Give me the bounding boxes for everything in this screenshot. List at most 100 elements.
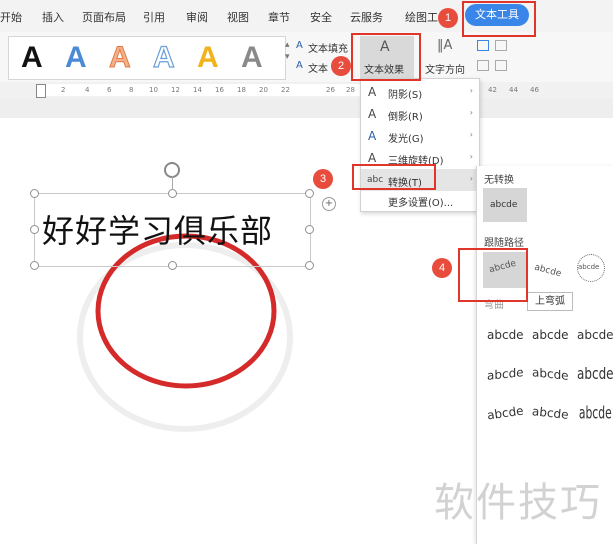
no-transform-sample: abcde	[490, 200, 518, 210]
text-fill-button[interactable]: 文本填充	[308, 40, 348, 55]
text-outline-button[interactable]: 文本	[308, 60, 328, 75]
circle-path-option[interactable]: abcde	[573, 250, 611, 288]
menu-item-reflection[interactable]: A 倒影(R) ›	[361, 103, 479, 125]
text-fill-icon: A	[296, 40, 303, 51]
tab-review[interactable]: 审阅	[186, 9, 208, 25]
tab-page-layout[interactable]: 页面布局	[82, 9, 126, 25]
warp-option[interactable]: abcde	[532, 365, 569, 383]
warp-option[interactable]: abcde	[486, 404, 524, 423]
ruler-tick: 12	[171, 86, 180, 94]
submenu-arrow-icon: ›	[469, 174, 473, 183]
watermark: 软件技巧	[434, 480, 602, 526]
layout-options-icon[interactable]: +	[322, 197, 336, 211]
align-top-icon[interactable]	[477, 40, 489, 51]
ruler-tick: 14	[193, 86, 202, 94]
warp-option[interactable]: abcde	[532, 328, 569, 342]
resize-handle[interactable]	[30, 261, 39, 270]
menu-item-glow[interactable]: A 发光(G) ›	[361, 125, 479, 147]
highlight-box-2	[351, 33, 421, 81]
warp-option[interactable]: abcde	[531, 404, 569, 422]
highlight-box-1	[462, 1, 536, 37]
tab-home[interactable]: 开始	[0, 9, 22, 25]
warp-option[interactable]: abcde	[579, 403, 612, 423]
follow-path-heading: 跟随路径	[484, 238, 524, 249]
shadow-icon: A	[368, 85, 377, 99]
ruler-tick: 8	[129, 86, 134, 94]
no-transform-heading: 无转换	[484, 175, 514, 186]
circle-path-sample: abcde	[578, 263, 600, 271]
reflection-icon: A	[368, 107, 377, 121]
style-gray[interactable]: A	[241, 41, 263, 75]
step-badge-1: 1	[438, 8, 458, 28]
warp-option[interactable]: abcde	[487, 328, 524, 342]
menu-item-more-settings[interactable]: 更多设置(O)...	[361, 189, 479, 211]
menu-item-label: 倒影(R)	[388, 112, 423, 123]
resize-handle[interactable]	[30, 225, 39, 234]
indent-marker[interactable]	[36, 84, 46, 98]
style-gold[interactable]: A	[197, 41, 219, 75]
text-outline-icon: A	[296, 60, 303, 71]
resize-handle[interactable]	[168, 261, 177, 270]
ruler-tick: 10	[149, 86, 158, 94]
ruler-tick: 4	[85, 86, 90, 94]
align-middle-icon[interactable]	[495, 40, 507, 51]
arch-down-sample: abcde	[533, 262, 563, 280]
resize-handle[interactable]	[168, 189, 177, 198]
tab-references[interactable]: 引用	[143, 9, 165, 25]
align-justify-icon[interactable]	[495, 60, 507, 71]
gallery-scroll-down-icon[interactable]: ▾	[285, 52, 290, 62]
tab-drawing-tools[interactable]: 绘图工	[405, 9, 438, 25]
tab-sections[interactable]: 章节	[268, 9, 290, 25]
ruler-tick: 28	[346, 86, 355, 94]
tooltip-arch-up: 上弯弧	[527, 292, 573, 311]
resize-handle[interactable]	[305, 225, 314, 234]
ruler-tick: 26	[326, 86, 335, 94]
style-blue-outline[interactable]: A	[152, 40, 175, 75]
text-direction-button[interactable]: 文字方向	[425, 61, 465, 76]
step-badge-4: 4	[432, 258, 452, 278]
ruler-tick: 42	[488, 86, 497, 94]
ruler-tick: 18	[237, 86, 246, 94]
style-orange-outline[interactable]: A	[109, 41, 132, 75]
menu-item-shadow[interactable]: A 阴影(S) ›	[361, 81, 479, 103]
ruler-tick: 44	[509, 86, 518, 94]
menu-item-label: 更多设置(O)...	[388, 198, 454, 209]
step-badge-3: 3	[313, 169, 333, 189]
warp-option[interactable]: abcde	[577, 328, 613, 342]
warp-option[interactable]: abcde	[487, 365, 524, 383]
glow-icon: A	[368, 129, 377, 143]
submenu-arrow-icon: ›	[469, 130, 473, 139]
menu-item-label: 阴影(S)	[388, 90, 423, 101]
tab-view[interactable]: 视图	[227, 9, 249, 25]
style-black[interactable]: A	[21, 41, 43, 75]
highlight-box-4	[458, 248, 528, 302]
ruler-tick: 2	[61, 86, 66, 94]
word-art-text[interactable]: 好好学习俱乐部	[42, 206, 273, 252]
step-badge-2: 2	[331, 56, 351, 76]
arch-down-option[interactable]: abcde	[531, 252, 571, 288]
menu-item-label: 发光(G)	[388, 134, 424, 145]
no-transform-option[interactable]: abcde	[483, 188, 527, 222]
submenu-arrow-icon: ›	[469, 152, 473, 161]
resize-handle[interactable]	[305, 189, 314, 198]
tab-security[interactable]: 安全	[310, 9, 332, 25]
warp-option[interactable]: abcde	[577, 365, 613, 383]
ruler-tick: 20	[259, 86, 268, 94]
resize-handle[interactable]	[305, 261, 314, 270]
document-margin	[0, 98, 613, 118]
ruler-tick: 46	[530, 86, 539, 94]
submenu-arrow-icon: ›	[469, 86, 473, 95]
text-direction-icon: ‖A	[437, 38, 453, 53]
3d-rotation-icon: A	[368, 151, 377, 165]
highlight-box-3	[352, 164, 436, 190]
gallery-scroll-up-icon[interactable]: ▴	[285, 40, 290, 50]
resize-handle[interactable]	[30, 189, 39, 198]
tab-insert[interactable]: 插入	[42, 9, 64, 25]
text-effect-menu: A 阴影(S) › A 倒影(R) › A 发光(G) › A 三维旋转(D) …	[360, 78, 480, 212]
align-bottom-icon[interactable]	[477, 60, 489, 71]
style-blue[interactable]: A	[65, 41, 87, 75]
submenu-arrow-icon: ›	[469, 108, 473, 117]
text-style-gallery[interactable]: A A A A A A	[8, 36, 286, 80]
rotate-handle-line	[172, 176, 173, 190]
tab-cloud-service[interactable]: 云服务	[350, 9, 383, 25]
